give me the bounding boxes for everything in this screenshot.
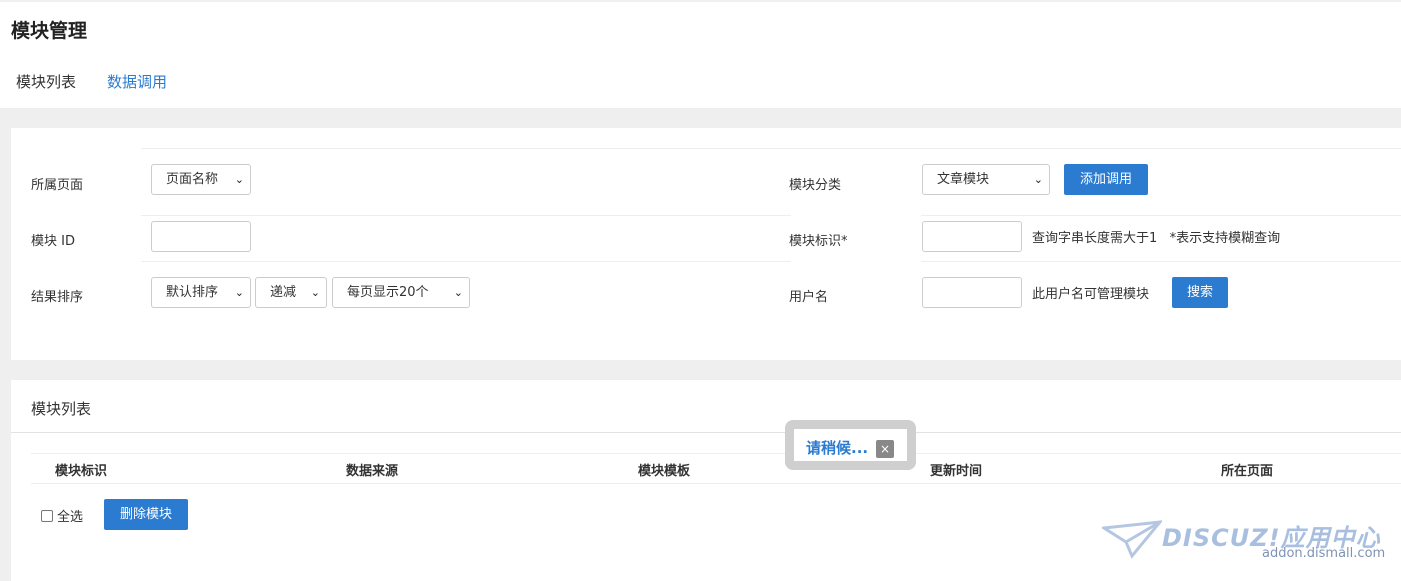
select-all-label: 全选	[57, 510, 84, 525]
tab-data-call[interactable]: 数据调用	[100, 64, 174, 110]
chevron-down-icon: ⌄	[453, 286, 463, 299]
tab-module-list[interactable]: 模块列表	[16, 64, 76, 110]
module-id-label: 模块 ID	[31, 234, 75, 249]
checkbox-icon[interactable]	[41, 510, 53, 522]
search-panel: 所属页面 页面名称 ⌄ 模块分类 文章模块 ⌄ 添加调用 模块 ID 模块标识*…	[11, 128, 1401, 360]
page-header: 模块管理 模块列表 数据调用	[0, 0, 1401, 110]
column-header-data-source: 数据来源	[346, 464, 399, 479]
module-mark-input[interactable]	[922, 221, 1022, 252]
loading-dialog: 请稍候... ×	[785, 420, 916, 470]
page-select[interactable]: 页面名称 ⌄	[151, 164, 251, 195]
chevron-down-icon: ⌄	[234, 286, 244, 299]
module-mark-label: 模块标识*	[789, 234, 848, 249]
username-label: 用户名	[789, 290, 829, 305]
delete-module-button[interactable]: 删除模块	[104, 499, 188, 530]
module-mark-hint: 查询字串长度需大于1 *表示支持模糊查询	[1032, 231, 1281, 246]
divider	[141, 261, 791, 262]
module-id-input[interactable]	[151, 221, 251, 252]
page-filter-label: 所属页面	[31, 178, 84, 193]
chevron-down-icon: ⌄	[1033, 173, 1043, 186]
order-label: 结果排序	[31, 290, 84, 305]
loading-text: 请稍候...	[806, 439, 869, 457]
tab-bar: 模块列表 数据调用	[0, 64, 1401, 110]
page-title: 模块管理	[11, 20, 88, 42]
column-header-page: 所在页面	[1221, 464, 1274, 479]
category-filter-label: 模块分类	[789, 178, 842, 193]
column-header-update-time: 更新时间	[930, 464, 983, 479]
search-button[interactable]: 搜索	[1172, 277, 1228, 308]
add-call-button[interactable]: 添加调用	[1064, 164, 1148, 195]
module-list-title: 模块列表	[31, 400, 92, 418]
divider	[31, 483, 1401, 484]
direction-select[interactable]: 递减 ⌄	[255, 277, 327, 308]
paper-plane-icon	[1102, 520, 1162, 559]
username-hint: 此用户名可管理模块	[1032, 287, 1150, 302]
watermark-domain: addon.dismall.com	[1262, 546, 1386, 561]
chevron-down-icon: ⌄	[310, 286, 320, 299]
per-page-select-value: 每页显示20个	[347, 285, 429, 300]
page-select-value: 页面名称	[166, 172, 219, 187]
select-all-checkbox[interactable]: 全选	[41, 506, 83, 525]
category-select-value: 文章模块	[937, 172, 990, 187]
per-page-select[interactable]: 每页显示20个 ⌄	[332, 277, 470, 308]
divider	[921, 215, 1401, 216]
watermark: DISCUZ!应用中心 addon.dismall.com	[1102, 516, 1392, 576]
category-select[interactable]: 文章模块 ⌄	[922, 164, 1050, 195]
column-header-module-mark: 模块标识	[55, 464, 108, 479]
divider	[141, 148, 1401, 149]
username-input[interactable]	[922, 277, 1022, 308]
divider	[921, 261, 1401, 262]
chevron-down-icon: ⌄	[234, 173, 244, 186]
divider	[141, 215, 791, 216]
order-select-value: 默认排序	[166, 285, 219, 300]
direction-select-value: 递减	[270, 285, 297, 300]
divider	[11, 432, 1401, 433]
loading-dialog-body: 请稍候... ×	[794, 429, 907, 461]
order-select[interactable]: 默认排序 ⌄	[151, 277, 251, 308]
close-icon[interactable]: ×	[876, 440, 894, 458]
divider	[31, 453, 1401, 454]
column-header-module-template: 模块模板	[638, 464, 691, 479]
